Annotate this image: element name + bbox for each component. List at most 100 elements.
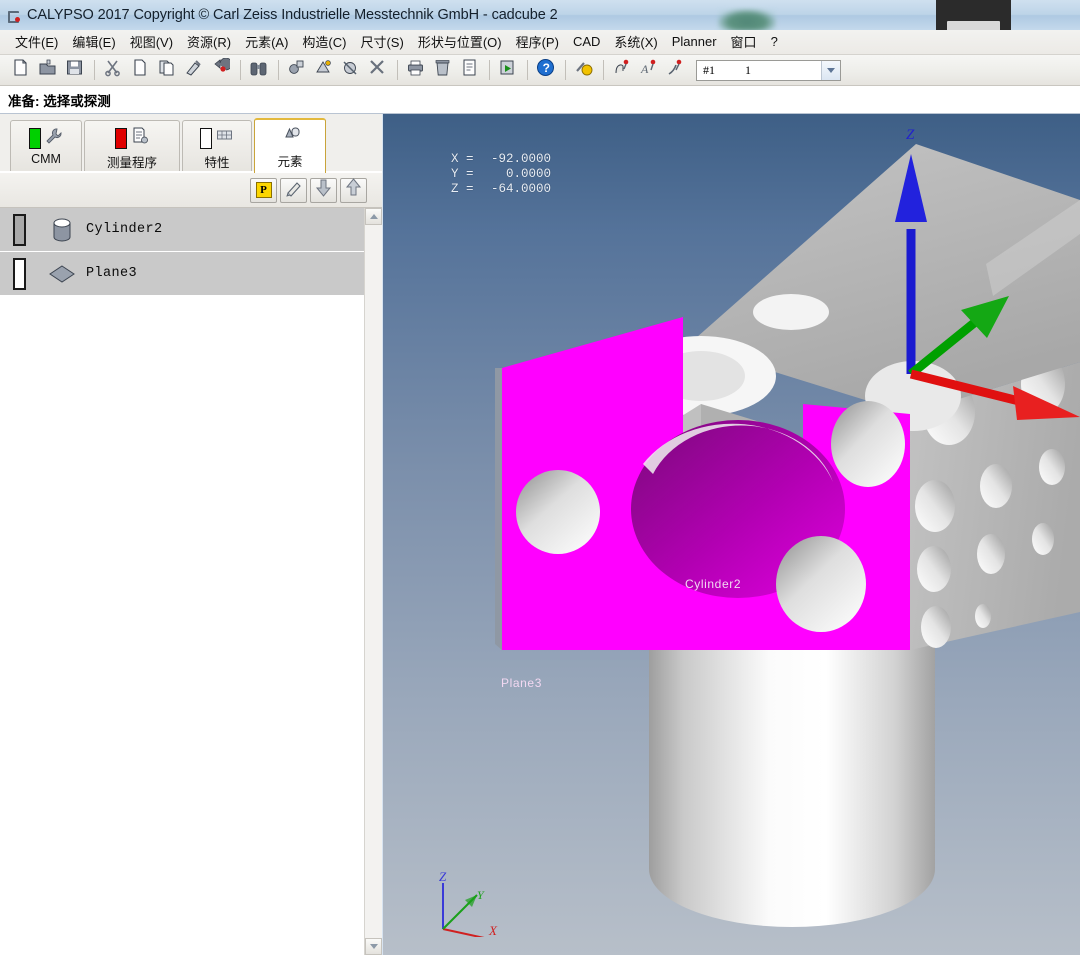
run-export-icon [498,58,517,82]
axis-z-label: Z [906,127,915,143]
scroll-up-icon[interactable] [365,208,382,225]
measurement-plan-button[interactable] [311,58,336,83]
save-button[interactable] [62,58,87,83]
feature-row-cylinder2[interactable]: Cylinder2 [0,208,364,252]
feature-state-marker[interactable] [12,257,26,290]
tab-characteristics[interactable]: 特性 [182,120,252,173]
move-up-button[interactable] [340,177,367,203]
auto-probe-button[interactable]: A [636,58,661,83]
title-bar: CALYPSO 2017 Copyright © Carl Zeiss Indu… [0,0,1080,30]
nominal-button[interactable] [338,58,363,83]
menu-dimension[interactable]: 尺寸(S) [353,30,410,54]
tab-features[interactable]: 元素 [254,118,326,173]
menu-cad[interactable]: CAD [566,32,607,52]
menu-planner[interactable]: Planner [665,32,724,52]
menu-system[interactable]: 系统(X) [607,30,664,54]
feature-row-plane3[interactable]: Plane3 [0,252,364,296]
probe-selector-value-left: #1 [703,62,715,77]
delete-button[interactable] [430,58,455,83]
hole [1039,449,1065,485]
edit-pencil-button[interactable] [280,177,307,203]
feature-list-scrollbar[interactable] [364,208,382,955]
cut-button[interactable] [100,58,125,83]
move-down-button[interactable] [310,177,337,203]
window-controls-overlay[interactable] [936,0,1011,30]
plane-icon [38,252,86,295]
find-button[interactable] [246,58,271,83]
window-control-inner [947,21,1000,30]
scroll-down-icon[interactable] [365,938,382,955]
probe-hand-button[interactable] [609,58,634,83]
window-title: CALYPSO 2017 Copyright © Carl Zeiss Indu… [27,7,558,23]
help-button[interactable]: ? [533,58,558,83]
tab-icon-group [29,126,63,150]
tab-icon-group [200,126,234,150]
new-button[interactable] [8,58,33,83]
menu-resources[interactable]: 资源(R) [180,30,238,54]
toolbar-separator [527,60,528,80]
settings-button[interactable] [571,58,596,83]
menu-edit[interactable]: 编辑(E) [65,30,122,54]
paste-button[interactable] [154,58,179,83]
copy-button[interactable] [127,58,152,83]
feature-button[interactable] [284,58,309,83]
report-button[interactable] [457,58,482,83]
undo-arrow-icon [211,57,233,82]
status-text: 准备: 选择或探测 [8,93,111,109]
hole [975,604,991,628]
probe-selector-value-right: 1 [745,62,751,77]
menu-program[interactable]: 程序(P) [509,30,566,54]
arrow-up-icon [344,178,363,202]
chevron-down-icon[interactable] [821,60,840,80]
menu-file[interactable]: 文件(E) [8,30,65,54]
report-list-icon [460,58,479,82]
toolbar-separator [565,60,566,80]
scissors-cut-icon [103,58,122,82]
tools-button[interactable] [365,58,390,83]
row-marker-cell[interactable] [0,252,38,295]
cad-model[interactable]: Z [383,114,1080,955]
row-marker-cell[interactable] [0,208,38,251]
undo-button[interactable] [208,57,233,83]
model-label-plane3: Plane3 [501,676,542,690]
format-painter-button[interactable] [181,58,206,83]
hole [921,606,951,648]
svg-text:?: ? [543,61,550,75]
settings-gear-icon [574,58,593,82]
hand-probe-icon [612,58,631,82]
new-document-icon [11,58,30,82]
tab-measurement-plan[interactable]: 测量程序 [84,120,180,173]
curve-probe-button[interactable] [663,58,688,83]
p-badge-icon: P [255,182,272,198]
menu-features[interactable]: 元素(A) [238,30,295,54]
feature-state-marker[interactable] [12,213,26,246]
tab-characteristics-label: 特性 [204,156,230,170]
menu-view[interactable]: 视图(V) [123,30,180,54]
curve-probe-icon [666,58,685,82]
cad-viewport[interactable]: X = -92.0000 Y = 0.0000 Z = -64.0000 Z C… [383,114,1080,955]
feature-name-label: Cylinder2 [86,222,163,237]
run-button[interactable] [495,58,520,83]
tab-cmm[interactable]: CMM [10,120,82,173]
toolbar-separator [489,60,490,80]
red-status-bar-icon [115,127,127,149]
trash-bin-icon [433,58,452,82]
left-panel: CMM 测量程序 特性 元素 P Cylinder2 Plane3 [0,114,382,955]
menu-window[interactable]: 窗口 [724,30,764,54]
desktop-bleed-artifact [718,9,776,30]
wrench-icon [44,126,63,150]
nominal-p-button[interactable]: P [250,177,277,203]
tab-icon-group [115,126,149,150]
application-window: CALYPSO 2017 Copyright © Carl Zeiss Indu… [0,0,1080,955]
menu-help[interactable]: ? [764,32,785,52]
measure-plan-icon [314,58,333,82]
menu-form-location[interactable]: 形状与位置(O) [411,30,509,54]
probe-selector[interactable]: #1 1 [696,59,841,81]
open-button[interactable] [35,58,60,83]
white-status-bar-icon [200,127,212,149]
tab-measurement-plan-label: 测量程序 [106,156,157,170]
toolbar-separator [240,60,241,80]
menu-construction[interactable]: 构造(C) [295,30,353,54]
help-question-icon: ? [536,58,555,82]
print-button[interactable] [403,58,428,83]
